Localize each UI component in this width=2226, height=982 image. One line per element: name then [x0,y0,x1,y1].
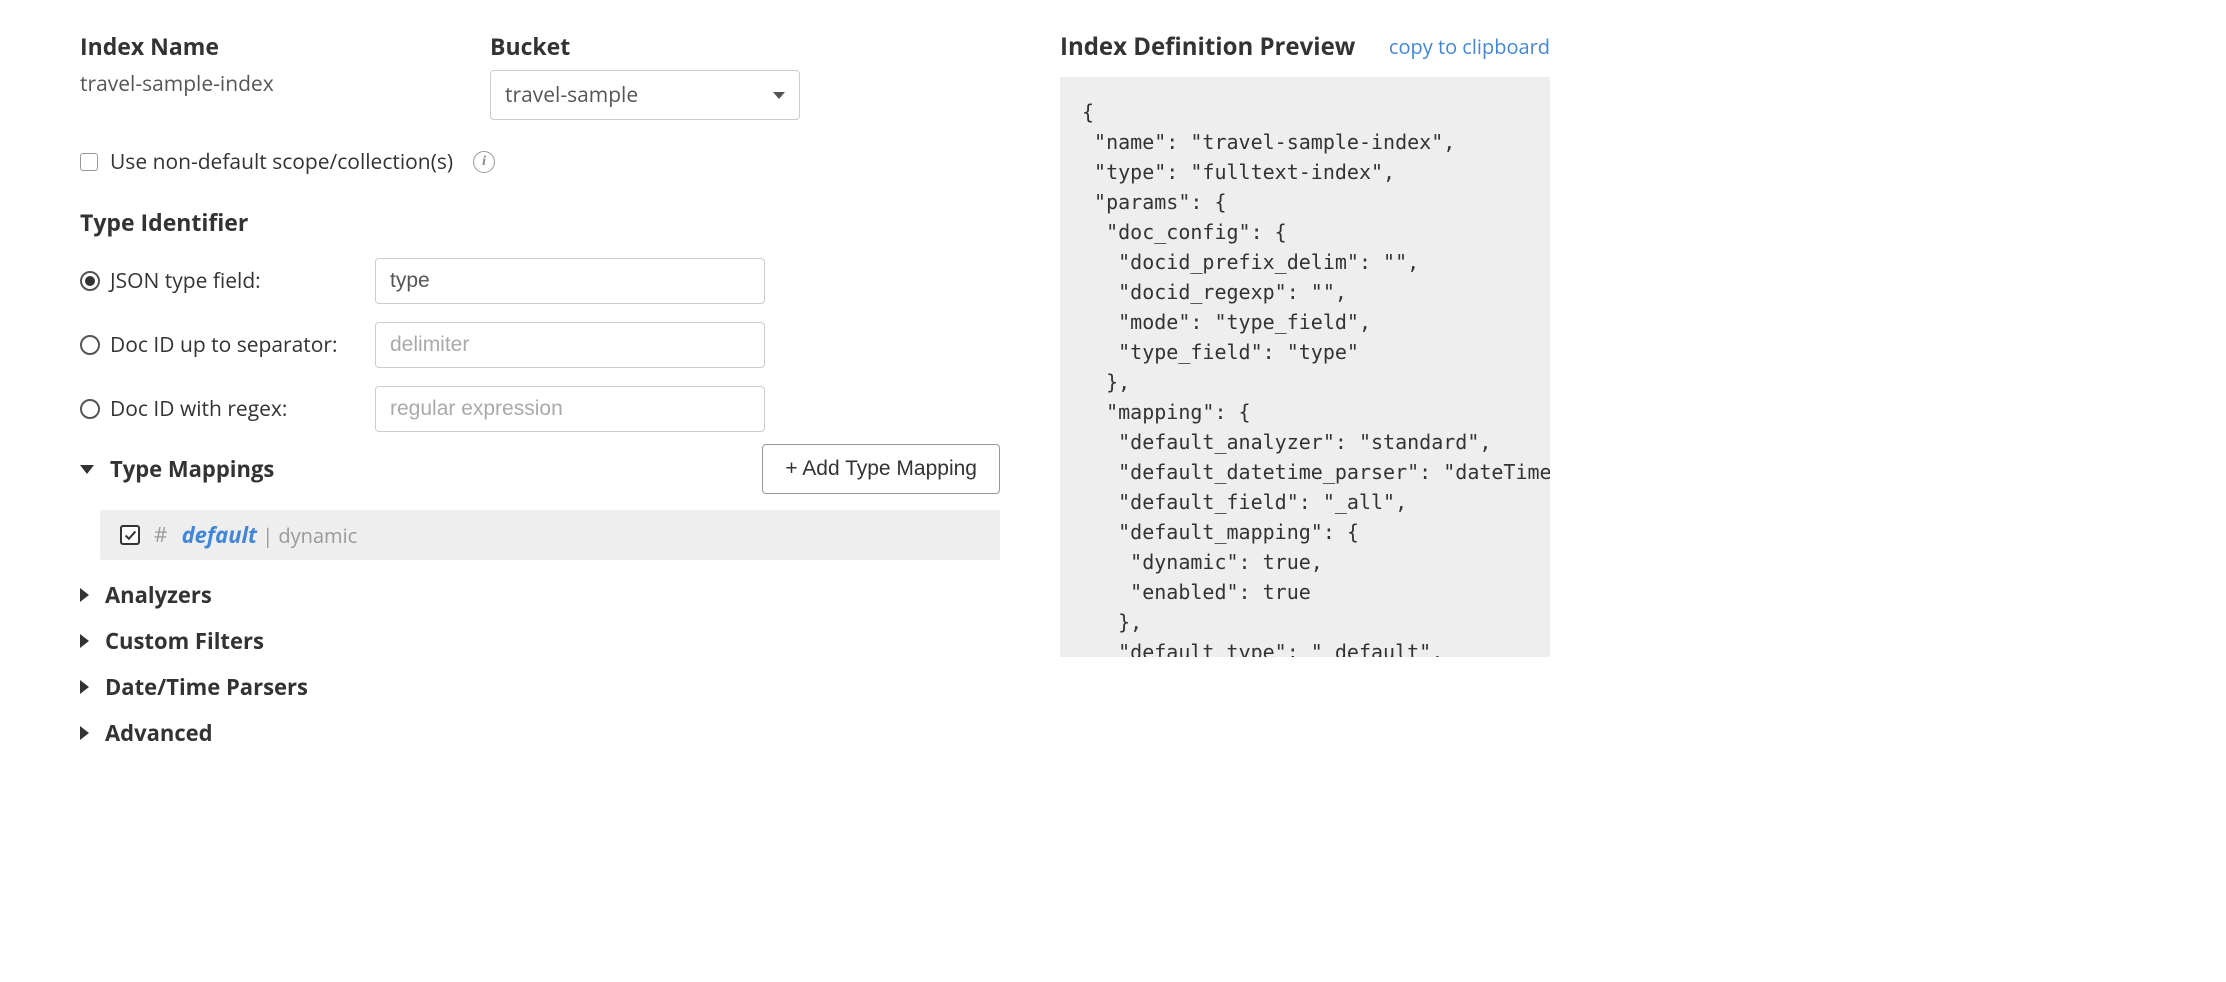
advanced-section[interactable]: Advanced [80,718,1000,748]
copy-to-clipboard-link[interactable]: copy to clipboard [1389,33,1550,60]
advanced-label: Advanced [105,718,213,748]
type-mappings-label: Type Mappings [110,454,274,484]
custom-filters-label: Custom Filters [105,626,264,656]
chevron-right-icon [80,680,89,694]
radio-docid-separator[interactable] [80,335,100,355]
chevron-right-icon [80,634,89,648]
json-preview: { "name": "travel-sample-index", "type":… [1060,77,1550,657]
analyzers-label: Analyzers [105,580,212,610]
radio-docid-separator-label: Doc ID up to separator: [110,331,365,359]
radio-json-type-field[interactable] [80,271,100,291]
datetime-parsers-label: Date/Time Parsers [105,672,308,702]
index-name-label: Index Name [80,30,440,62]
check-icon [124,529,137,542]
bucket-select[interactable]: travel-sample [490,70,800,120]
hash-icon: # [154,521,168,549]
caret-down-icon [773,92,785,99]
chevron-right-icon [80,726,89,740]
type-mappings-section[interactable]: Type Mappings + Add Type Mapping [80,444,1000,494]
docid-regex-input[interactable] [375,386,765,432]
chevron-down-icon [80,465,94,474]
chevron-right-icon [80,588,89,602]
radio-docid-regex[interactable] [80,399,100,419]
docid-separator-input[interactable] [375,322,765,368]
mapping-enabled-checkbox[interactable] [120,525,140,545]
mapping-sep: | [257,522,278,549]
mapping-item-default[interactable]: # default | dynamic [100,510,1000,560]
add-type-mapping-button[interactable]: + Add Type Mapping [762,444,1000,494]
scope-collection-checkbox[interactable] [80,153,98,171]
analyzers-section[interactable]: Analyzers [80,580,1000,610]
type-identifier-heading: Type Identifier [80,206,1000,238]
custom-filters-section[interactable]: Custom Filters [80,626,1000,656]
radio-docid-regex-label: Doc ID with regex: [110,395,365,423]
mapping-name: default [182,520,257,550]
radio-json-type-label: JSON type field: [110,267,365,295]
bucket-label: Bucket [490,30,800,62]
mapping-dynamic: dynamic [278,522,357,549]
info-icon[interactable]: i [473,151,495,173]
scope-collection-label: Use non-default scope/collection(s) [110,148,453,176]
bucket-select-value: travel-sample [505,81,638,109]
index-name-value: travel-sample-index [80,70,440,98]
json-type-input[interactable] [375,258,765,304]
preview-title: Index Definition Preview [1060,30,1355,63]
datetime-parsers-section[interactable]: Date/Time Parsers [80,672,1000,702]
